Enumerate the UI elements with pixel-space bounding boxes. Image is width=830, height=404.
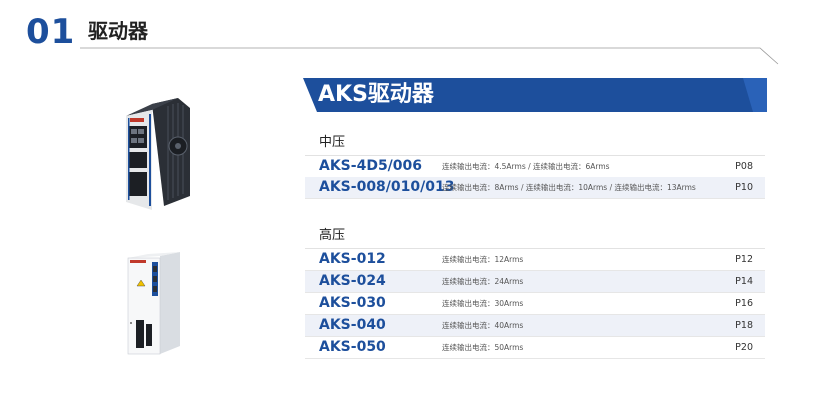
aks-banner-title: AKS驱动器 [318,82,434,107]
product-row[interactable]: AKS-008/010/013 连续输出电流：8Arms / 连续输出电流：10… [305,177,765,199]
product-row[interactable]: AKS-012 连续输出电流：12Arms P12 [305,249,765,271]
aks-medium-voltage-drive-image [126,98,190,210]
product-row[interactable]: AKS-024 连续输出电流：24Arms P14 [305,271,765,293]
product-row[interactable]: AKS-040 连续输出电流：40Arms P18 [305,315,765,337]
product-spec: 连续输出电流：4.5Arms / 连续输出电流：6Arms [442,162,610,171]
page-ref: P16 [735,298,753,309]
page-ref: P12 [735,254,753,265]
product-model[interactable]: AKS-008/010/013 [319,177,454,198]
product-spec: 连续输出电流：50Arms [442,343,524,352]
product-model[interactable]: AKS-050 [319,337,386,358]
page-ref: P10 [735,182,753,193]
aks-high-voltage-drive-image [127,252,180,355]
product-row[interactable]: AKS-4D5/006 连续输出电流：4.5Arms / 连续输出电流：6Arm… [305,156,765,178]
product-model[interactable]: AKS-040 [319,315,386,336]
page-ref: P18 [735,320,753,331]
page-ref: P20 [735,342,753,353]
product-model[interactable]: AKS-4D5/006 [319,156,422,177]
header-divider [80,47,779,65]
group-label-high-voltage: 高压 [319,228,346,243]
product-spec: 连续输出电流：24Arms [442,277,524,286]
product-row[interactable]: AKS-030 连续输出电流：30Arms P16 [305,293,765,315]
page-ref: P14 [735,276,753,287]
product-model[interactable]: AKS-030 [319,293,386,314]
product-spec: 连续输出电流：30Arms [442,299,524,308]
page-ref: P08 [735,161,753,172]
product-model[interactable]: AKS-024 [319,271,386,292]
product-row[interactable]: AKS-050 连续输出电流：50Arms P20 [305,337,765,359]
product-model[interactable]: AKS-012 [319,249,386,270]
product-spec: 连续输出电流：40Arms [442,321,524,330]
group-label-medium-voltage: 中压 [319,135,346,150]
product-spec: 连续输出电流：8Arms / 连续输出电流：10Arms / 连续输出电流：13… [442,183,696,192]
product-spec: 连续输出电流：12Arms [442,255,524,264]
